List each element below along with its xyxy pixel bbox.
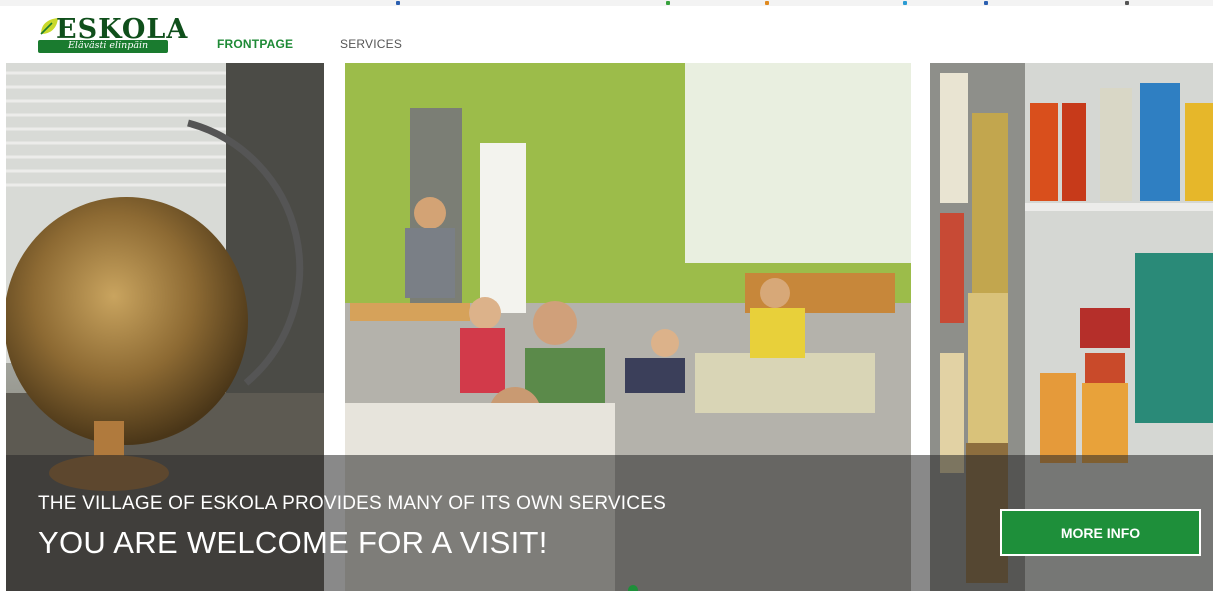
nav-frontpage[interactable]: FRONTPAGE xyxy=(217,37,293,51)
hero-headline: YOU ARE WELCOME FOR A VISIT! xyxy=(38,525,548,560)
toolbar-icon xyxy=(396,1,400,5)
toolbar-icon xyxy=(765,1,769,5)
hero-slider: THE VILLAGE OF ESKOLA PROVIDES MANY OF I… xyxy=(6,63,1213,591)
toolbar-icon xyxy=(903,1,907,5)
nav-services[interactable]: SERVICES xyxy=(340,37,402,51)
more-info-button[interactable]: MORE INFO xyxy=(1000,509,1201,556)
site-header: ESKOLA Elävästi elinpäin FRONTPAGE SERVI… xyxy=(0,6,1213,63)
slider-dot-active[interactable] xyxy=(628,585,638,591)
logo-tagline: Elävästi elinpäin xyxy=(68,40,149,51)
hero-subtitle: THE VILLAGE OF ESKOLA PROVIDES MANY OF I… xyxy=(38,493,666,514)
eskola-logo[interactable]: ESKOLA Elävästi elinpäin xyxy=(38,14,187,56)
toolbar-icon xyxy=(984,1,988,5)
toolbar-icon xyxy=(1125,1,1129,5)
toolbar-icon xyxy=(666,1,670,5)
